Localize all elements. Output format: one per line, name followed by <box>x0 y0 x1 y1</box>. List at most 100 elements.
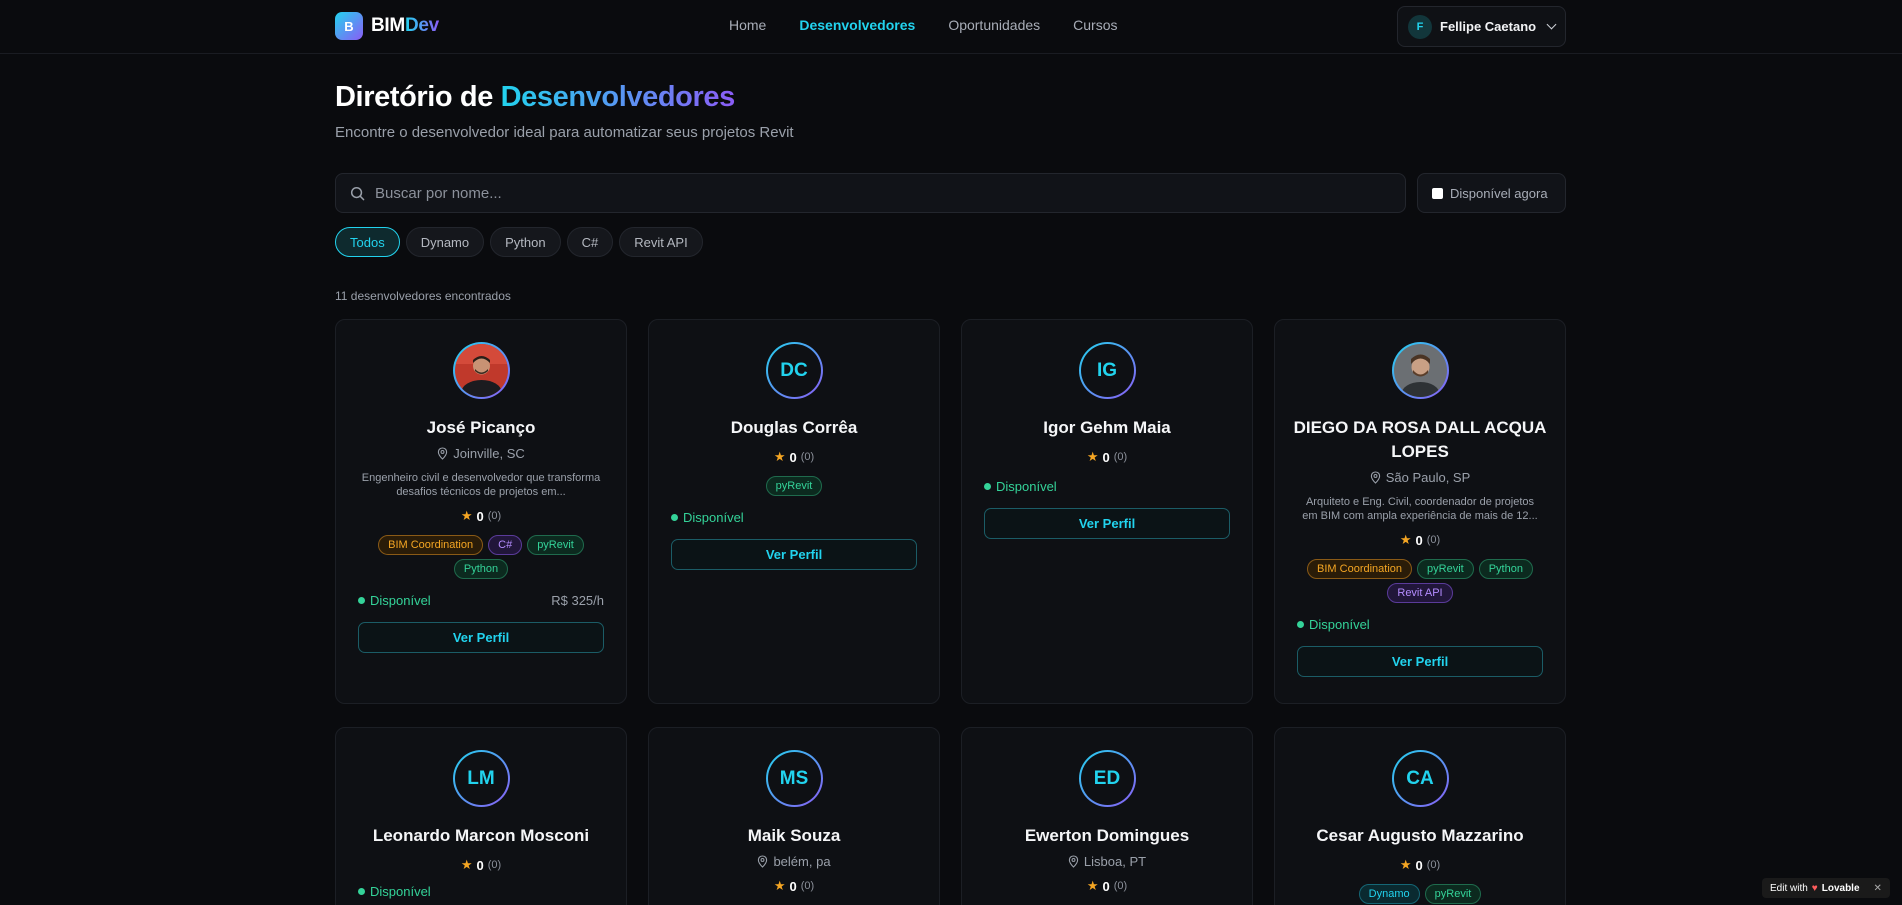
star-icon: ★ <box>460 857 473 872</box>
skill-tags: BIM Coordination pyRevit Python Revit AP… <box>1300 559 1540 603</box>
view-profile-button[interactable]: Ver Perfil <box>358 622 604 653</box>
avatar <box>452 342 510 399</box>
avatar-photo <box>454 344 508 397</box>
tag: pyRevit <box>527 535 584 555</box>
card-meta: Disponível <box>671 510 917 525</box>
chevron-down-icon <box>1546 19 1557 30</box>
hourly-rate: R$ 325/h <box>551 593 604 608</box>
tag: pyRevit <box>1417 559 1474 579</box>
filter-python[interactable]: Python <box>490 227 561 257</box>
map-pin-icon <box>438 447 448 460</box>
tag: BIM Coordination <box>378 535 484 555</box>
developer-card: ED Ewerton Domingues Lisboa, PT ★ 0 (0) <box>961 727 1253 905</box>
filter-csharp[interactable]: C# <box>566 227 614 257</box>
developer-name: Ewerton Domingues <box>1024 826 1190 845</box>
skill-tags: pyRevit <box>674 476 914 496</box>
star-icon: ★ <box>773 878 786 893</box>
developer-bio: Engenheiro civil e desenvolvedor que tra… <box>361 472 601 498</box>
developer-location: Lisboa, PT <box>962 854 1252 869</box>
rating: ★ 0 (0) <box>1399 532 1441 548</box>
rating: ★ 0 (0) <box>460 508 502 524</box>
developer-location: belém, pa <box>649 854 939 869</box>
star-icon: ★ <box>773 449 786 464</box>
avatar: LM <box>452 750 510 807</box>
user-avatar: F <box>1408 14 1432 39</box>
search-box <box>335 173 1406 213</box>
top-navbar: B BIMDev Home Desenvolvedores Oportunida… <box>0 0 1902 54</box>
view-profile-button[interactable]: Ver Perfil <box>1297 646 1543 677</box>
nav-oportunidades[interactable]: Oportunidades <box>948 17 1040 33</box>
edit-with-lovable-badge[interactable]: Edit with ♥ Lovable ✕ <box>1762 878 1890 898</box>
avatar: IG <box>1078 342 1136 399</box>
developer-name: Cesar Augusto Mazzarino <box>1316 826 1524 845</box>
card-meta: Disponível <box>984 479 1230 494</box>
avatar: MS <box>765 750 823 807</box>
avatar: DC <box>765 342 823 399</box>
star-icon: ★ <box>1399 532 1412 547</box>
rating: ★ 0 (0) <box>1086 878 1128 894</box>
developer-name: Igor Gehm Maia <box>1043 418 1171 437</box>
star-icon: ★ <box>460 508 473 523</box>
developer-location: São Paulo, SP <box>1275 470 1565 485</box>
developer-location: Joinville, SC <box>336 446 626 461</box>
skill-tags: Dynamo pyRevit <box>1300 884 1540 904</box>
card-meta: Disponível R$ 325/h <box>358 593 604 608</box>
star-icon: ★ <box>1399 857 1412 872</box>
star-icon: ★ <box>1086 449 1099 464</box>
developer-name: Maik Souza <box>747 826 841 845</box>
rating: ★ 0 (0) <box>1399 857 1441 873</box>
card-meta: Disponível <box>358 884 604 899</box>
tag: Dynamo <box>1358 884 1420 904</box>
developer-bio: Arquiteto e Eng. Civil, coordenador de p… <box>1302 496 1538 522</box>
rating: ★ 0 (0) <box>1086 449 1128 465</box>
user-menu-button[interactable]: F Fellipe Caetano <box>1397 6 1566 47</box>
filter-chips: Todos Dynamo Python C# Revit API <box>335 227 703 257</box>
developer-card: DIEGO DA ROSA DALL ACQUA LOPES São Paulo… <box>1274 319 1566 704</box>
nav-desenvolvedores[interactable]: Desenvolvedores <box>799 17 915 33</box>
logo-text: BIMDev <box>371 15 439 36</box>
tag: Python <box>453 559 509 579</box>
page-title: Diretório de Desenvolvedores <box>335 81 735 113</box>
tag: pyRevit <box>1424 884 1482 904</box>
logo[interactable]: B BIMDev <box>335 12 439 40</box>
avatar: CA <box>1391 750 1449 807</box>
status-dot <box>358 888 365 895</box>
search-input[interactable] <box>375 184 1375 202</box>
rating: ★ 0 (0) <box>460 857 502 873</box>
developer-name: DIEGO DA ROSA DALL ACQUA LOPES <box>1293 418 1547 461</box>
rating: ★ 0 (0) <box>773 449 815 465</box>
developer-card: DC Douglas Corrêa ★ 0 (0) pyRevit Dispon… <box>648 319 940 704</box>
logo-mark: B <box>335 12 363 40</box>
card-meta: Disponível <box>1297 617 1543 632</box>
developer-card: IG Igor Gehm Maia ★ 0 (0) Disponível Ver… <box>961 319 1253 704</box>
filter-dynamo[interactable]: Dynamo <box>405 227 485 257</box>
tag: C# <box>488 535 523 555</box>
availability-status: Disponível <box>358 593 431 608</box>
view-profile-button[interactable]: Ver Perfil <box>671 539 917 570</box>
status-dot <box>1297 621 1304 628</box>
available-now-toggle[interactable]: Disponível agora <box>1417 173 1566 213</box>
status-dot <box>358 597 365 604</box>
developer-name: José Picanço <box>426 418 536 437</box>
availability-status: Disponível <box>358 884 431 899</box>
availability-status: Disponível <box>671 510 744 525</box>
tag: Revit API <box>1387 583 1453 603</box>
star-icon: ★ <box>1086 878 1099 893</box>
rating: ★ 0 (0) <box>773 878 815 894</box>
available-label: Disponível agora <box>1450 185 1548 201</box>
tag: Python <box>1478 559 1533 579</box>
developer-name: Leonardo Marcon Mosconi <box>372 826 590 845</box>
filter-todos[interactable]: Todos <box>335 227 400 257</box>
avatar: ED <box>1078 750 1136 807</box>
main-nav: Home Desenvolvedores Oportunidades Curso… <box>729 17 1118 33</box>
nav-home[interactable]: Home <box>729 17 766 33</box>
skill-tags: BIM Coordination C# pyRevit Python <box>361 535 601 579</box>
view-profile-button[interactable]: Ver Perfil <box>984 508 1230 539</box>
availability-status: Disponível <box>1297 617 1370 632</box>
close-icon[interactable]: ✕ <box>1874 883 1882 894</box>
available-checkbox[interactable] <box>1432 187 1443 199</box>
search-icon <box>350 186 365 201</box>
nav-cursos[interactable]: Cursos <box>1073 17 1117 33</box>
filter-revit-api[interactable]: Revit API <box>619 227 703 257</box>
map-pin-icon <box>1068 855 1079 868</box>
